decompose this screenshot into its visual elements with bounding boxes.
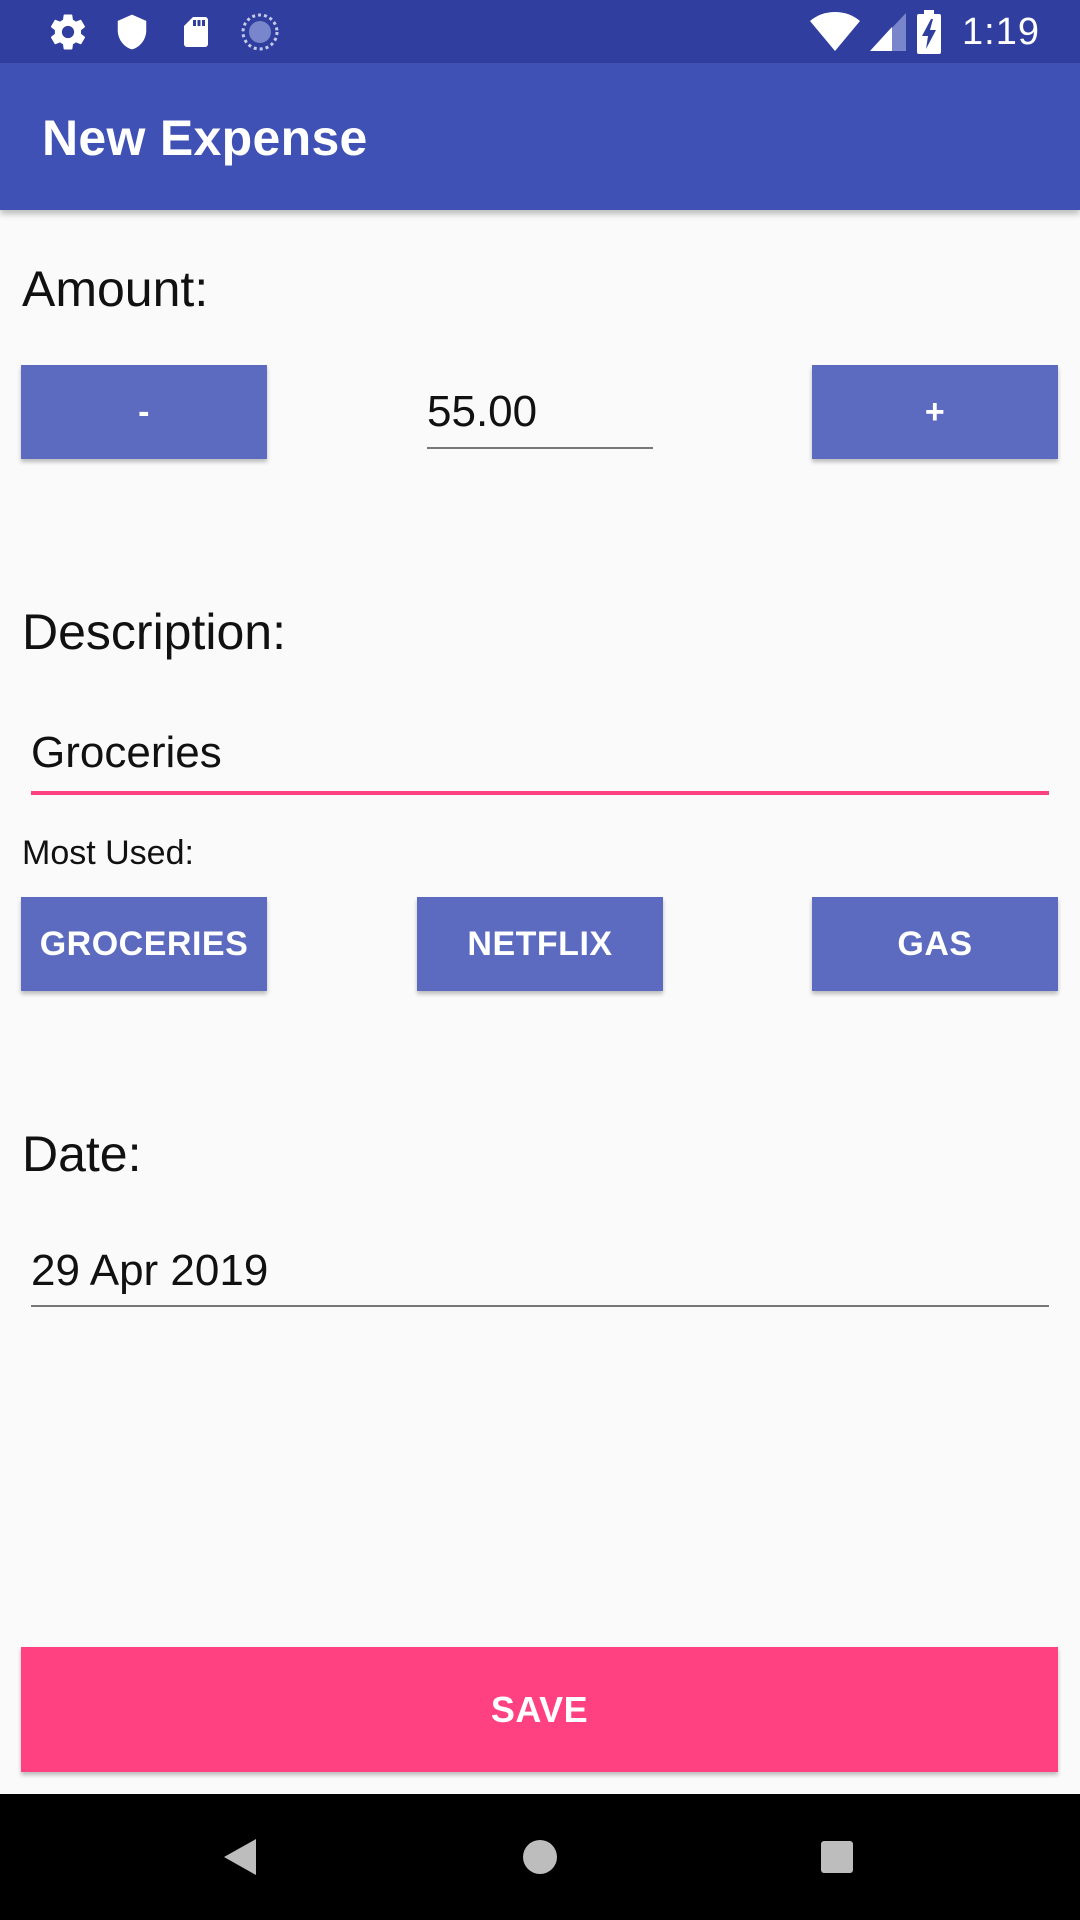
navigation-bar (0, 1794, 1080, 1920)
description-underline (31, 791, 1049, 795)
date-underline (31, 1305, 1049, 1307)
decrement-button[interactable]: - (21, 365, 267, 459)
sd-card-icon (174, 10, 218, 54)
back-icon[interactable] (210, 1827, 270, 1887)
most-used-label: Most Used: (22, 834, 194, 872)
recents-icon[interactable] (807, 1827, 867, 1887)
home-icon[interactable] (510, 1827, 570, 1887)
status-icons-right: 1:19 (800, 8, 1040, 56)
amount-underline (427, 447, 653, 449)
shield-icon (110, 10, 154, 54)
page-title: New Expense (42, 110, 368, 166)
new-expense-screen: 1:19 New Expense Amount: - + Description… (0, 0, 1080, 1920)
status-bar: 1:19 (0, 0, 1080, 63)
date-label: Date: (22, 1126, 142, 1182)
most-used-groceries-button[interactable]: GROCERIES (21, 897, 267, 991)
clock: 1:19 (962, 10, 1040, 53)
description-input[interactable] (31, 720, 1049, 786)
most-used-netflix-button[interactable]: NETFLIX (417, 897, 663, 991)
status-icons-left (46, 10, 302, 54)
most-used-gas-button[interactable]: GAS (812, 897, 1058, 991)
amount-label: Amount: (22, 261, 209, 317)
app-bar: New Expense (0, 63, 1080, 210)
signal-icon (870, 10, 907, 54)
increment-button[interactable]: + (812, 365, 1058, 459)
save-button[interactable]: SAVE (21, 1647, 1058, 1772)
battery-charging-icon (916, 10, 942, 54)
date-input[interactable] (31, 1238, 1049, 1304)
amount-input[interactable] (427, 382, 653, 442)
description-label: Description: (22, 604, 286, 660)
wifi-icon (810, 10, 861, 54)
gear-icon (46, 10, 90, 54)
sync-icon (238, 10, 282, 54)
